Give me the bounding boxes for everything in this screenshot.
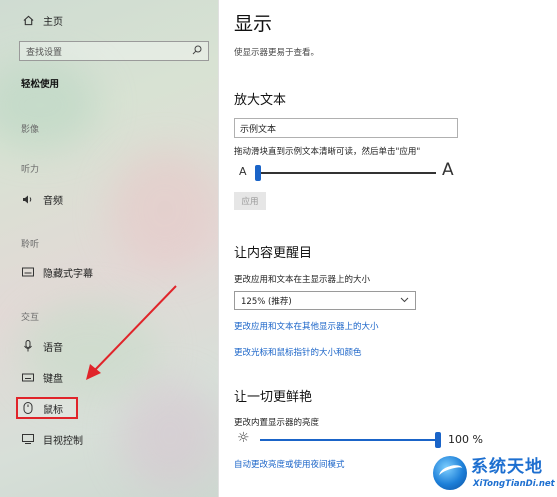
page-subtitle: 使显示器更易于查看。	[234, 48, 320, 58]
annotation-arrow	[86, 285, 177, 380]
sample-text-box: 示例文本	[234, 118, 458, 138]
site-watermark: 系统天地 XiTongTianDi.net	[433, 452, 555, 494]
apply-button[interactable]: 应用	[234, 192, 266, 210]
enlarge-text-heading: 放大文本	[234, 93, 287, 108]
text-size-slider-track[interactable]	[258, 172, 436, 174]
brightness-slider-track[interactable]	[260, 439, 438, 441]
scale-label: 更改应用和文本在主显示器上的大小	[234, 275, 371, 285]
brightness-slider[interactable]: ☼ 100 %	[234, 430, 514, 450]
make-bigger-heading: 让内容更醒目	[234, 246, 313, 261]
page-title: 显示	[234, 13, 273, 35]
text-size-slider-thumb[interactable]	[255, 165, 261, 181]
enlarge-text-instruction: 拖动滑块直到示例文本清晰可读，然后单击"应用"	[234, 147, 421, 157]
night-light-link[interactable]: 自动更改亮度或使用夜间模式	[234, 458, 345, 470]
big-a-label: A	[442, 160, 454, 180]
watermark-text-cn: 系统天地	[471, 457, 543, 477]
brightness-value: 100 %	[448, 433, 483, 446]
sample-text-value: 示例文本	[240, 125, 277, 135]
cursor-size-link[interactable]: 更改光标和鼠标指针的大小和颜色	[234, 346, 362, 358]
sun-icon: ☼	[237, 430, 250, 446]
watermark-text-en: XiTongTianDi.net	[473, 479, 555, 489]
text-size-slider[interactable]: A A	[234, 160, 464, 182]
scale-dropdown-value: 125% (推荐)	[241, 296, 292, 307]
settings-sidebar: 主页 查找设置 轻松使用 影像 听力 音频 聆听 隐藏式字幕 交互 语音 键盘	[0, 0, 218, 497]
brightness-slider-thumb[interactable]	[435, 432, 441, 448]
small-a-label: A	[239, 165, 247, 178]
brightness-label: 更改内置显示器的亮度	[234, 418, 320, 428]
scale-dropdown[interactable]: 125% (推荐)	[234, 291, 416, 310]
brighter-heading: 让一切更鲜艳	[234, 390, 313, 405]
chevron-down-icon	[400, 296, 409, 306]
other-displays-link[interactable]: 更改应用和文本在其他显示器上的大小	[234, 320, 379, 332]
settings-main-pane: 显示 使显示器更易于查看。 放大文本 示例文本 拖动滑块直到示例文本清晰可读，然…	[219, 0, 557, 497]
